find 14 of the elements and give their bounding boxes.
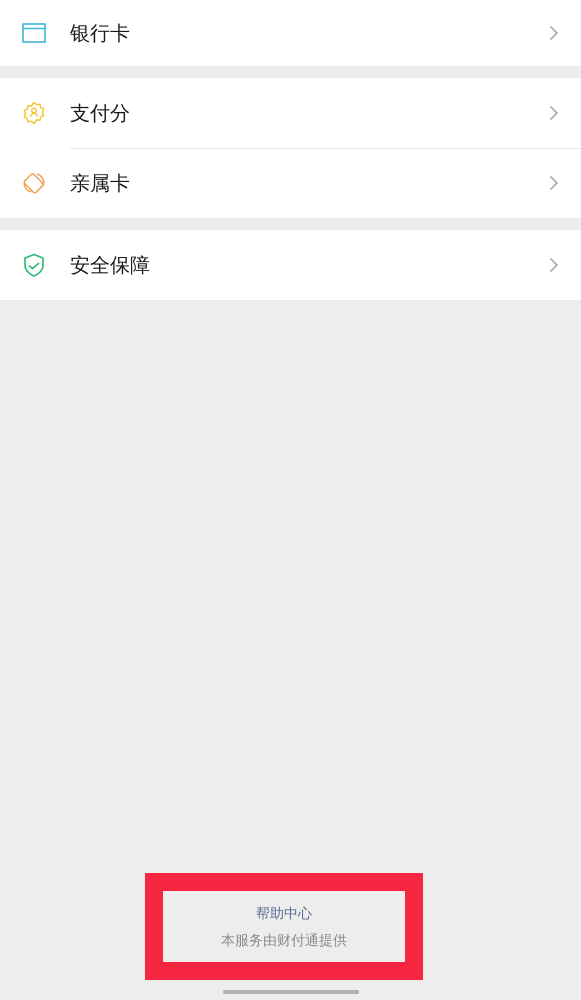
card-icon <box>22 21 46 45</box>
chevron-icon <box>549 257 559 273</box>
menu-item[interactable]: 支付分 <box>0 78 581 148</box>
shield-icon <box>22 253 46 277</box>
menu-item[interactable]: 银行卡 <box>0 0 581 66</box>
chevron-icon <box>549 105 559 121</box>
chevron-icon <box>549 25 559 41</box>
provider-note: 本服务由财付通提供 <box>221 932 347 950</box>
chevron-icon <box>549 175 559 191</box>
help-center-link[interactable]: 帮助中心 <box>256 905 312 923</box>
menu-item[interactable]: 亲属卡 <box>0 148 581 218</box>
menu-item[interactable]: 安全保障 <box>0 230 581 300</box>
badge-icon <box>22 101 46 125</box>
cards-icon <box>22 171 46 195</box>
